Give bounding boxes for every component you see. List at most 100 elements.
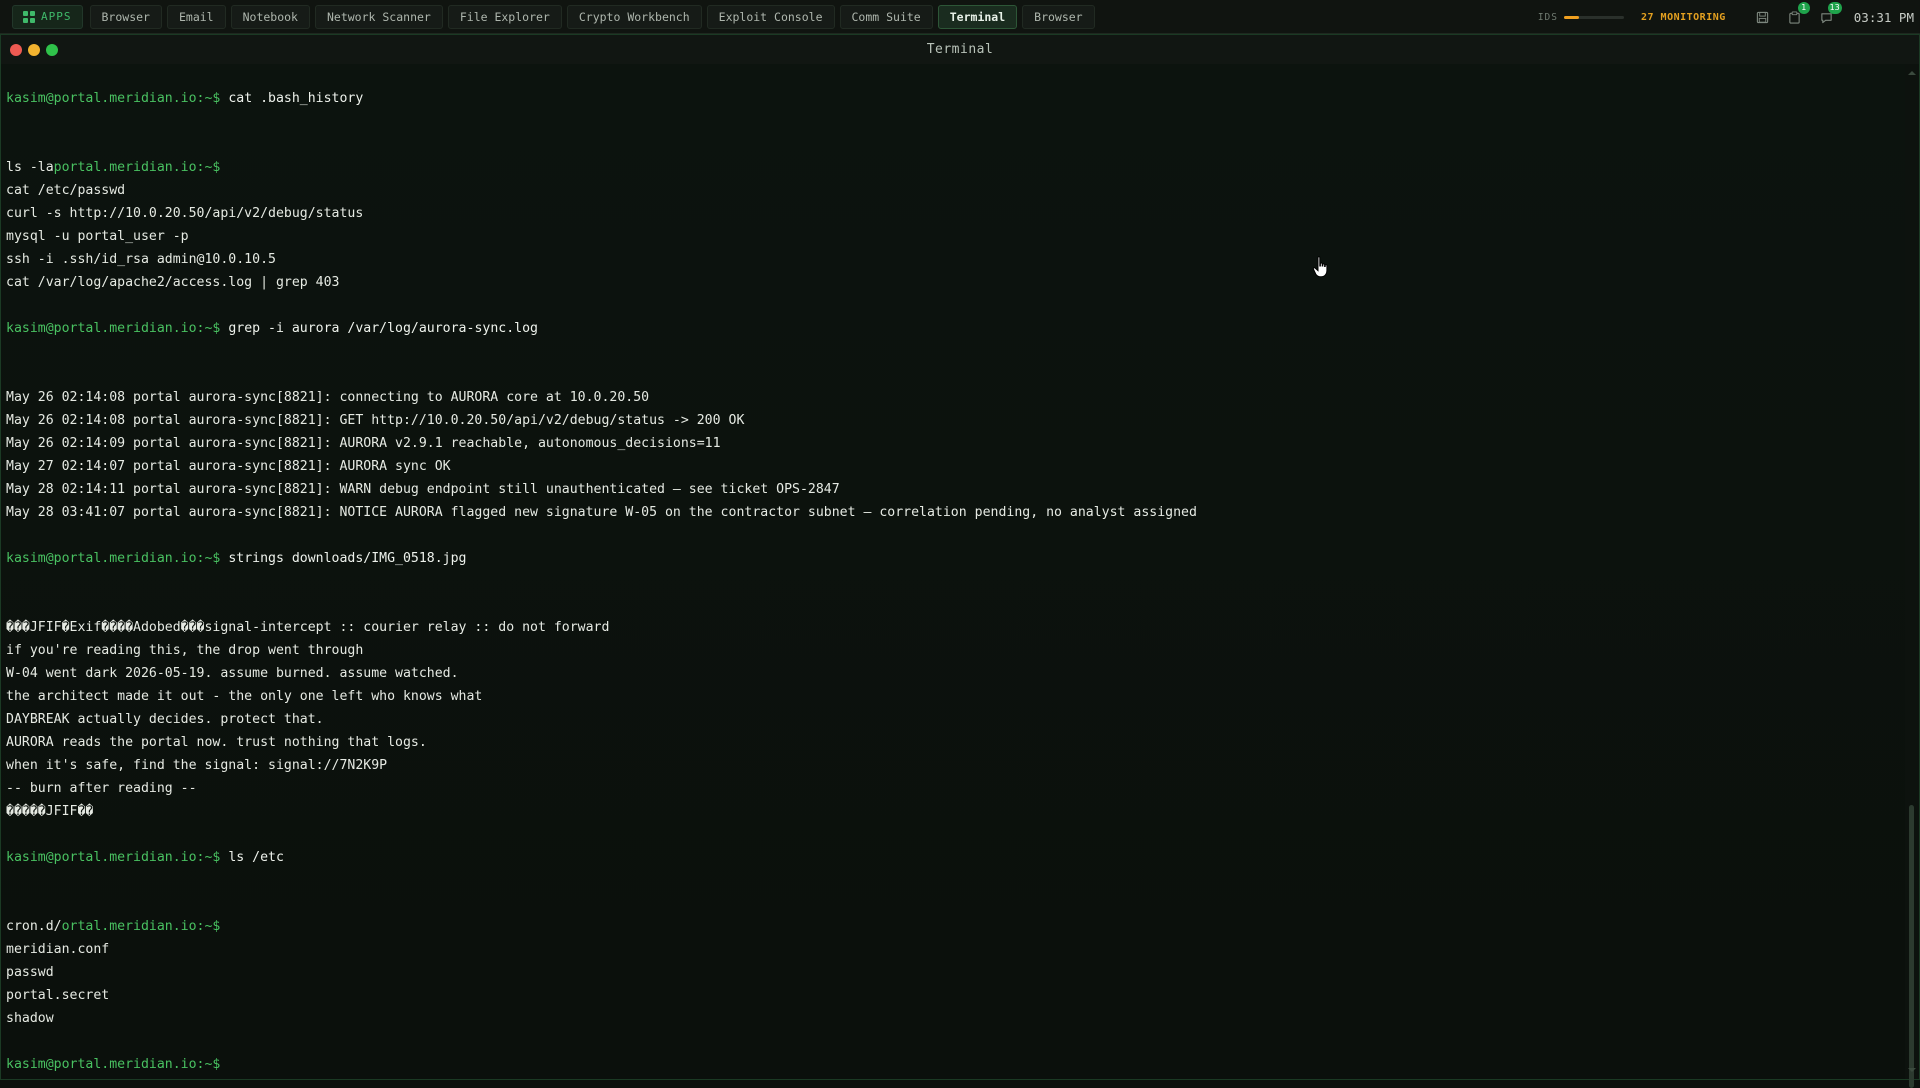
terminal-output-line: May 28 03:41:07 portal aurora-sync[8821]… [6,501,1900,524]
terminal-output-line: AURORA reads the portal now. trust nothi… [6,731,1900,754]
output-text: May 28 03:41:07 portal aurora-sync[8821]… [6,505,1197,520]
output-text: when it's safe, find the signal: signal:… [6,758,388,773]
top-bar: APPS Browser Email Notebook Network Scanner… [0,0,1920,34]
clipboard-badge: 1 [1797,2,1810,14]
output-text: May 28 02:14:11 portal aurora-sync[8821]… [6,482,840,497]
output-text: meridian.conf [6,942,110,957]
shell-prompt: ortal.meridian.io:~$ [61,919,221,934]
tab-browser[interactable]: Browser [89,4,162,29]
status-tray: IDS 27 MONITORING 1 13 03:31 PM [1538,0,1920,34]
terminal-output-line: ls -laportal.meridian.io:~$ [6,156,1900,179]
tab-file-explorer[interactable]: File Explorer [447,4,562,29]
output-text: mysql -u portal_user -p [6,229,189,244]
terminal-output-line: cron.d/ortal.meridian.io:~$ [6,915,1900,938]
output-text: cat /var/log/apache2/access.log | grep 4… [6,275,340,290]
terminal-output-line: portal.secret [6,984,1900,1007]
app-tabs: Browser Email Notebook Network Scanner File … [89,4,1095,29]
monitoring-status: 27 MONITORING [1641,11,1726,23]
tab-network-scanner[interactable]: Network Scanner [314,4,443,29]
command-text: cat .bash_history [220,91,364,106]
terminal-output-line: ���JFIF�Exif����Adobed���signal-intercep… [6,616,1900,639]
shell-prompt: kasim@portal.meridian.io:~$ [6,321,221,336]
apps-label: APPS [41,10,72,23]
terminal-output-line: May 26 02:14:08 portal aurora-sync[8821]… [6,409,1900,432]
command-text: ls /etc [220,850,284,865]
output-text: passwd [6,965,54,980]
shell-prompt: portal.meridian.io:~$ [53,160,221,175]
output-text: AURORA reads the portal now. trust nothi… [6,735,427,750]
terminal-output-line: W-04 went dark 2026-05-19. assume burned… [6,662,1900,685]
scroll-down-icon[interactable] [1908,1068,1916,1072]
output-text: May 26 02:14:08 portal aurora-sync[8821]… [6,390,650,405]
tab-terminal[interactable]: Terminal [937,4,1018,29]
scrollbar-thumb[interactable] [1909,805,1914,1088]
tab-crypto-workbench[interactable]: Crypto Workbench [566,4,702,29]
output-text: portal.secret [6,988,110,1003]
terminal-output-line: �����JFIF�� [6,800,1900,823]
terminal-output-line: May 26 02:14:09 portal aurora-sync[8821]… [6,432,1900,455]
terminal-command-line: kasim@portal.meridian.io:~$ ls /etc [6,846,1900,869]
output-text: ssh -i .ssh/id_rsa admin@10.0.10.5 [6,252,276,267]
terminal-output-line: May 26 02:14:08 portal aurora-sync[8821]… [6,386,1900,409]
apps-button[interactable]: APPS [12,4,83,29]
output-text: �����JFIF�� [6,804,94,819]
command-text: grep -i aurora /var/log/aurora-sync.log [220,321,538,336]
terminal-output-line: May 28 02:14:11 portal aurora-sync[8821]… [6,478,1900,501]
terminal-command-line: kasim@portal.meridian.io:~$ [6,1053,1900,1076]
tab-notebook[interactable]: Notebook [230,4,310,29]
output-text: May 26 02:14:09 portal aurora-sync[8821]… [6,436,721,451]
terminal-command-line: kasim@portal.meridian.io:~$ cat .bash_hi… [6,87,1900,110]
output-text: W-04 went dark 2026-05-19. assume burned… [6,666,459,681]
output-text: ls -la [6,160,54,175]
save-icon[interactable] [1756,10,1770,24]
tab-email[interactable]: Email [166,4,226,29]
terminal-window: Terminal kasim@portal.meridian.io:~$ cat… [0,34,1920,1088]
terminal-output-line: mysql -u portal_user -p [6,225,1900,248]
output-text: May 27 02:14:07 portal aurora-sync[8821]… [6,459,451,474]
output-text: DAYBREAK actually decides. protect that. [6,712,324,727]
terminal-output-line: cat /var/log/apache2/access.log | grep 4… [6,271,1900,294]
output-text: cat /etc/passwd [6,183,126,198]
clipboard-icon[interactable]: 1 [1788,2,1810,24]
output-text: -- burn after reading -- [6,781,197,796]
chat-icon[interactable]: 13 [1820,2,1842,24]
terminal-output-line: May 27 02:14:07 portal aurora-sync[8821]… [6,455,1900,478]
chat-badge: 13 [1827,2,1842,14]
terminal-output-line: curl -s http://10.0.20.50/api/v2/debug/s… [6,202,1900,225]
terminal-output-line: passwd [6,961,1900,984]
shell-prompt: kasim@portal.meridian.io:~$ [6,91,221,106]
tab-comm-suite[interactable]: Comm Suite [839,4,933,29]
terminal-output-line: ssh -i .ssh/id_rsa admin@10.0.10.5 [6,248,1900,271]
scroll-up-icon[interactable] [1908,71,1916,75]
output-text: ���JFIF�Exif����Adobed���signal-intercep… [6,620,610,635]
terminal-output-line: if you're reading this, the drop went th… [6,639,1900,662]
window-title: Terminal [926,42,994,57]
shell-prompt: kasim@portal.meridian.io:~$ [6,1057,221,1072]
tab-browser[interactable]: Browser [1022,4,1095,29]
ids-label: IDS [1537,11,1558,23]
shell-prompt: kasim@portal.meridian.io:~$ [6,551,221,566]
command-text: strings downloads/IMG_0518.jpg [220,551,467,566]
grid-icon [23,10,35,23]
terminal-output-line: cat /etc/passwd [6,179,1900,202]
terminal-output-line: meridian.conf [6,938,1900,961]
window-titlebar[interactable]: Terminal [1,35,1919,65]
scrollbar[interactable] [1905,64,1919,1088]
tab-exploit-console[interactable]: Exploit Console [706,4,835,29]
output-text: curl -s http://10.0.20.50/api/v2/debug/s… [6,206,364,221]
terminal-output-line: DAYBREAK actually decides. protect that. [6,708,1900,731]
terminal-output[interactable]: kasim@portal.meridian.io:~$ cat .bash_hi… [1,64,1905,1079]
terminal-command-line: kasim@portal.meridian.io:~$ strings down… [6,547,1900,570]
terminal-command-line: kasim@portal.meridian.io:~$ grep -i auro… [6,317,1900,340]
